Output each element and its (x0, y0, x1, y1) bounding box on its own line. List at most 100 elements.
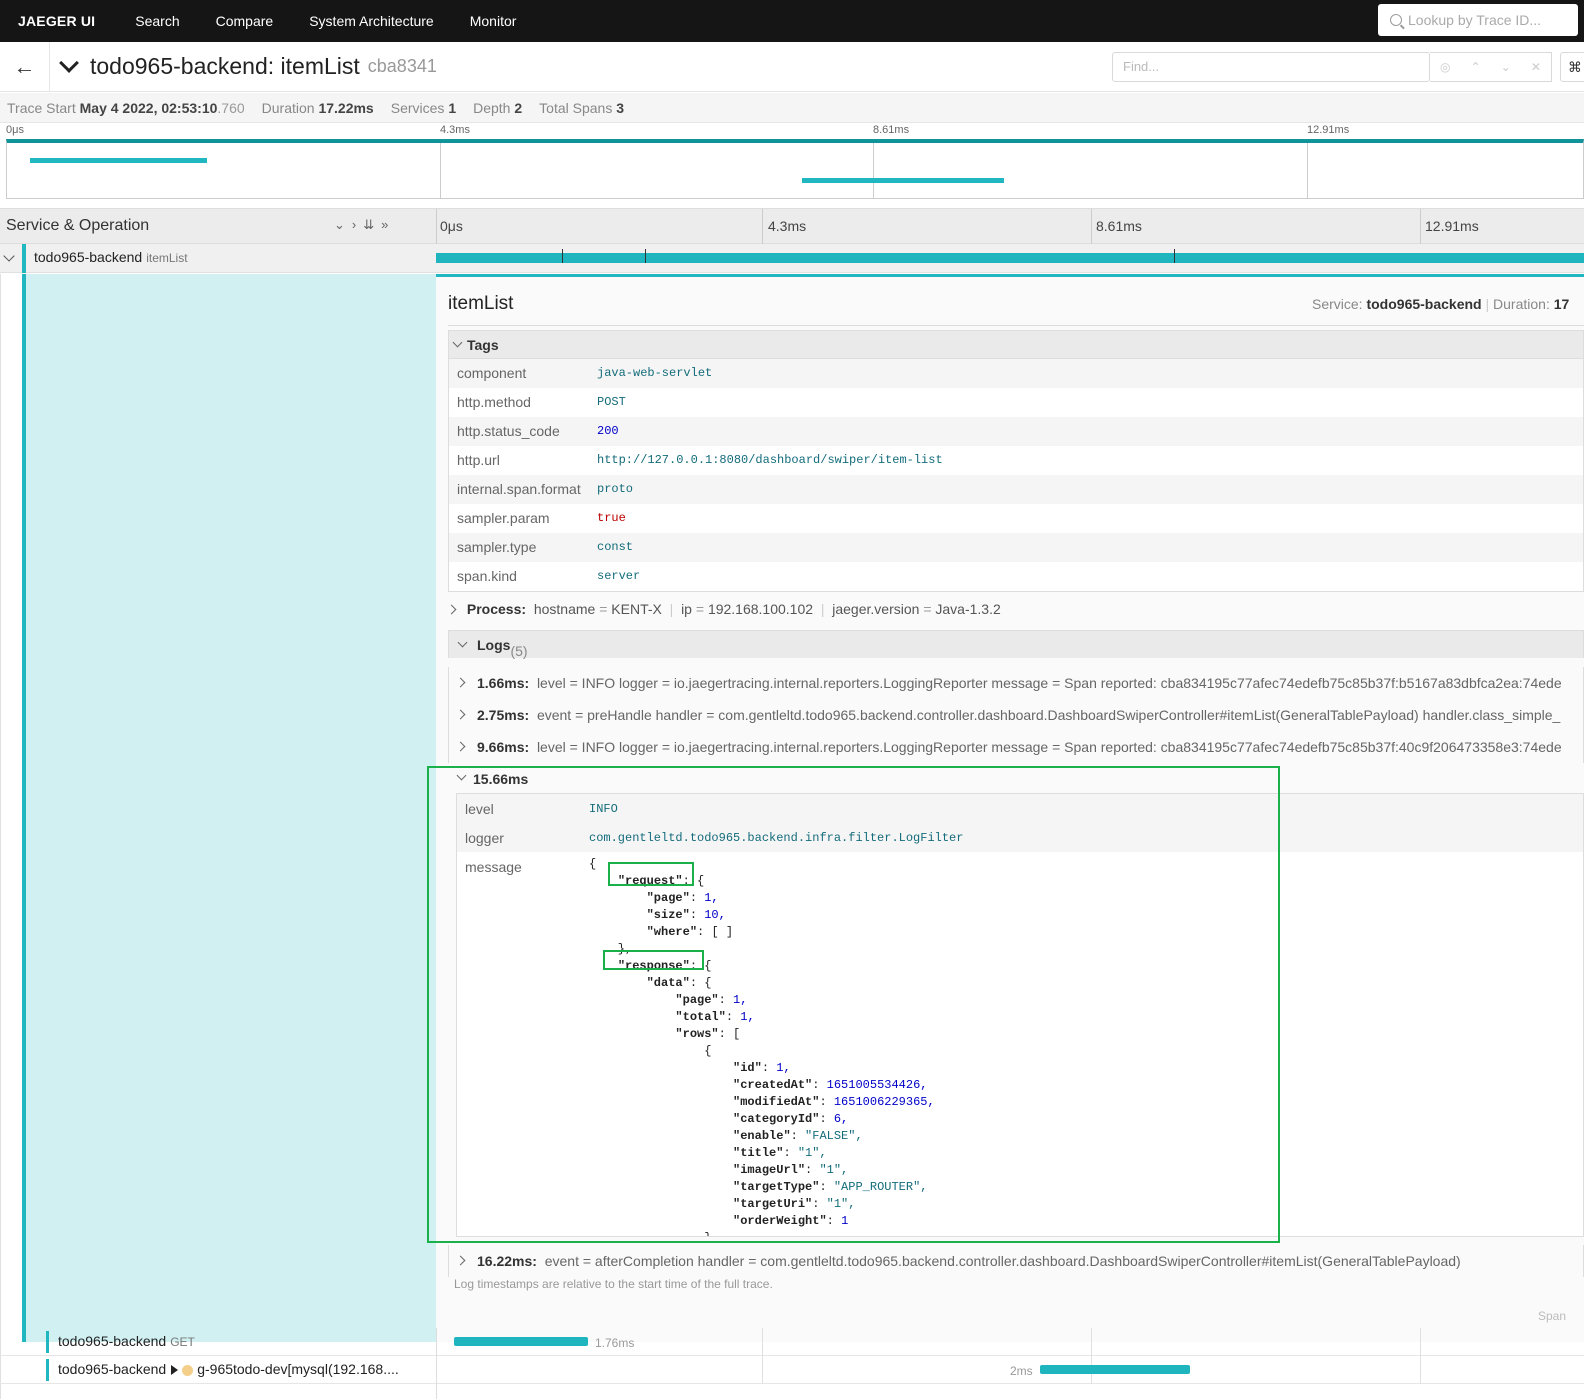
tags-title: Tags (467, 337, 499, 353)
highlight-box-response (603, 950, 704, 970)
span-service-name[interactable]: todo965-backend GET (58, 1333, 195, 1349)
highlight-box-request (608, 862, 694, 886)
timeline-gridline (1420, 1328, 1421, 1356)
span-bar[interactable] (454, 1337, 588, 1346)
trace-start: Trace Start May 4 2022, 02:53:10.760 (7, 99, 245, 116)
timeline-tick: 0μs (440, 218, 463, 234)
minimap-gridline (440, 143, 441, 198)
span-row-root[interactable]: todo965-backend itemList (0, 244, 1584, 273)
chevron-down-icon[interactable]: ⌄ (334, 217, 352, 232)
tag-row[interactable]: http.method POST (449, 388, 1583, 417)
chevron-up-icon[interactable]: ⌃ (1471, 60, 1481, 74)
chevron-down-icon[interactable] (3, 250, 15, 262)
chevron-down-icon[interactable]: ⌄ (1501, 60, 1511, 74)
logs-section-header[interactable]: Logs (5) (448, 630, 1584, 659)
nav-link-search[interactable]: Search (135, 13, 179, 29)
trace-header: ← todo965-backend: itemList cba8341 Find… (0, 41, 1584, 92)
chevron-down-icon[interactable] (59, 52, 79, 73)
service-operation-header: Service & Operation (6, 217, 150, 234)
find-input[interactable]: Find... (1112, 52, 1430, 82)
log-entry[interactable]: 2.75ms: event = preHandle handler = com.… (448, 699, 1584, 731)
log-entry[interactable]: 1.66ms: level = INFO logger = io.jaegert… (448, 667, 1584, 699)
log-entry[interactable]: 9.66ms: level = INFO logger = io.jaegert… (448, 731, 1584, 763)
timeline-gridline (762, 1356, 763, 1384)
log-marker (562, 249, 563, 263)
log-marker (645, 249, 646, 263)
column-resizer[interactable] (436, 209, 437, 245)
nav-link-system-architecture[interactable]: System Architecture (309, 13, 434, 29)
trace-id-lookup-input[interactable]: Lookup by Trace ID... (1378, 4, 1578, 36)
minimap-ticks: 0μs 4.3ms 8.61ms 12.91ms (0, 123, 1584, 139)
log-marker (1174, 249, 1175, 263)
span-row-child[interactable]: todo965-backend g-965todo-dev[mysql(192.1… (0, 1356, 1584, 1384)
chevron-right-icon (446, 604, 457, 615)
span-service-name[interactable]: todo965-backend g-965todo-dev[mysql(192.1… (58, 1361, 399, 1377)
find-tools: ◎ ⌃ ⌄ ✕ (1430, 52, 1552, 82)
process-section-header[interactable]: Process: hostname = KENT-X | ip = 192.16… (446, 601, 1001, 617)
tag-row[interactable]: http.url http://127.0.0.1:8080/dashboard/… (449, 446, 1583, 475)
span-service-name[interactable]: todo965-backend itemList (34, 249, 188, 265)
span-bar[interactable] (436, 253, 1584, 263)
minimap-span-bar (802, 178, 1004, 183)
command-icon: ⌘ (1568, 59, 1582, 75)
timeline-gridline (1420, 1356, 1421, 1384)
arrow-left-icon: ← (13, 53, 36, 79)
nav-link-monitor[interactable]: Monitor (470, 13, 517, 29)
peer-service-dot-icon (182, 1364, 194, 1376)
minimap-track[interactable] (6, 139, 1584, 199)
chevron-down-icon (457, 637, 468, 648)
tag-row[interactable]: http.status_code 200 (449, 417, 1583, 446)
double-chevron-right-icon[interactable]: » (381, 217, 395, 232)
lookup-placeholder: Lookup by Trace ID... (1408, 12, 1542, 28)
tree-guide (0, 274, 1, 1399)
chevron-right-icon (455, 1255, 466, 1266)
timeline-gridline (762, 209, 763, 245)
chevron-down-icon (452, 337, 463, 348)
brand-logo[interactable]: JAEGER UI (18, 13, 95, 29)
logs-title: Logs (477, 637, 511, 653)
span-duration: 2ms (1010, 1364, 1033, 1378)
tag-row[interactable]: span.kind server (449, 562, 1583, 591)
locate-icon[interactable]: ◎ (1440, 60, 1450, 74)
timeline-tick: 12.91ms (1425, 218, 1479, 234)
log-entry[interactable]: 16.22ms: event = afterCompletion handler… (448, 1245, 1584, 1277)
minimap-tick: 12.91ms (1307, 124, 1350, 136)
timeline-gridline (1420, 209, 1421, 245)
chevron-right-icon (455, 741, 466, 752)
chevron-right-icon[interactable]: › (352, 217, 363, 232)
arrow-right-icon (171, 1365, 179, 1376)
tag-row[interactable]: sampler.param true (449, 504, 1583, 533)
span-row-child[interactable]: todo965-backend GET 1.76ms (0, 1328, 1584, 1356)
tag-row[interactable]: internal.span.format proto (449, 475, 1583, 504)
column-divider (436, 1328, 437, 1399)
timeline-gridline (1091, 209, 1092, 245)
close-icon[interactable]: ✕ (1531, 60, 1541, 74)
trace-minimap[interactable]: 0μs 4.3ms 8.61ms 12.91ms (0, 123, 1584, 205)
span-detail-title: itemList (448, 293, 514, 314)
detail-fill (26, 274, 436, 1342)
trace-id: cba8341 (367, 56, 437, 76)
tags-section-header[interactable]: Tags (448, 330, 1584, 358)
timeline-gridline (762, 1328, 763, 1356)
top-nav: JAEGER UI Search Compare System Architec… (0, 0, 1584, 42)
timeline-header: Service & Operation ⌄›⇊» 0μs 4.3ms 8.61m… (0, 208, 1584, 245)
collapse-controls: ⌄›⇊» (334, 217, 395, 233)
service-color-bar (46, 1331, 49, 1353)
logs-count: (5) (510, 643, 528, 659)
keyboard-shortcuts-button[interactable]: ⌘ (1560, 52, 1584, 82)
tags-table: component java-web-servlet http.method POS… (448, 358, 1584, 592)
timeline-tick: 8.61ms (1096, 218, 1142, 234)
double-chevron-down-icon[interactable]: ⇊ (363, 217, 381, 232)
nav-link-compare[interactable]: Compare (216, 13, 274, 29)
tag-row[interactable]: component java-web-servlet (449, 359, 1583, 388)
back-button[interactable]: ← (0, 41, 50, 92)
chevron-right-icon (455, 677, 466, 688)
trace-duration: Duration 17.22ms (261, 99, 374, 116)
trace-title: todo965-backend: itemList (90, 53, 360, 79)
tag-row[interactable]: sampler.type const (449, 533, 1583, 562)
span-bar[interactable] (1040, 1365, 1190, 1374)
log-footnote: Log timestamps are relative to the start… (454, 1277, 773, 1291)
highlight-box-log (427, 766, 1280, 1243)
service-color-bar (46, 1359, 49, 1381)
trace-total-spans: Total Spans 3 (539, 99, 625, 116)
